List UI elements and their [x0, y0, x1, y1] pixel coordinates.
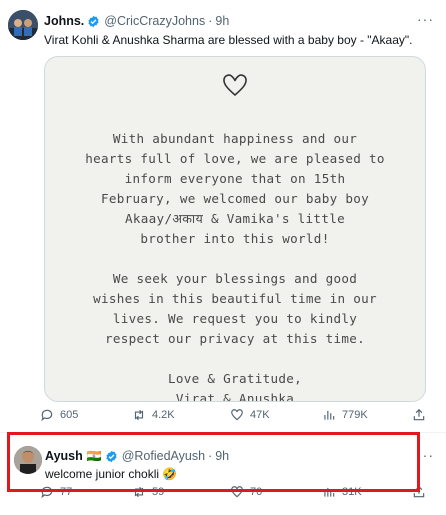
like-count: 47K	[250, 409, 270, 421]
retweet-icon	[134, 409, 144, 421]
announcement-text: With abundant happiness and our hearts fu…	[45, 129, 425, 402]
announcement-line: Virat & Anushka	[175, 391, 295, 402]
announcement-line: wishes in this beautiful time in our	[93, 291, 377, 306]
avatar[interactable]	[8, 10, 38, 40]
avatar-photo-icon	[8, 10, 38, 40]
announcement-line: We seek your blessings and good	[112, 271, 358, 286]
views-chart-icon	[324, 410, 335, 420]
announcement-line: brother into this world!	[140, 231, 330, 246]
announcement-line: Love & Gratitude,	[168, 371, 302, 386]
share-button[interactable]	[412, 408, 432, 422]
announcement-line: February, we welcomed our baby boy	[101, 191, 369, 206]
heart-drawing-icon	[223, 74, 247, 96]
announcement-line: hearts full of love, we are pleased to	[85, 151, 385, 166]
highlight-box	[7, 432, 420, 492]
separator-dot: ·	[208, 14, 213, 28]
author-handle[interactable]: @CricCrazyJohns	[104, 14, 205, 28]
like-heart-icon	[231, 409, 243, 421]
tweet-image[interactable]: With abundant happiness and our hearts fu…	[44, 56, 426, 402]
tweet-johns[interactable]: Johns. @CricCrazyJohns · 9h ··· Virat Ko…	[0, 0, 446, 430]
reply-button[interactable]: 605	[40, 408, 78, 422]
announcement-line: inform everyone that on 15th	[124, 171, 346, 186]
reply-icon	[41, 409, 53, 422]
retweet-button[interactable]: 4.2K	[132, 408, 175, 422]
announcement-line: With abundant happiness and our	[112, 131, 358, 146]
share-icon	[413, 408, 425, 421]
retweet-count: 4.2K	[152, 409, 175, 421]
announcement-line: respect our privacy at this time.	[104, 331, 366, 346]
verified-badge-icon	[88, 15, 99, 27]
announcement-line	[45, 349, 425, 369]
announcement-line: lives. We request you to kindly	[112, 311, 358, 326]
more-options-button[interactable]: ···	[417, 11, 434, 27]
timestamp[interactable]: 9h	[215, 14, 229, 28]
announcement-line: Akaay/अकाय & Vamika's little	[125, 211, 345, 226]
tweet-text: Virat Kohli & Anushka Sharma are blessed…	[44, 33, 413, 47]
views-button[interactable]: 779K	[322, 408, 368, 422]
like-button[interactable]: 47K	[230, 408, 270, 422]
reply-count: 605	[60, 409, 79, 421]
announcement-line	[45, 249, 425, 269]
author-name[interactable]: Johns.	[44, 14, 84, 28]
views-count: 779K	[342, 409, 368, 421]
